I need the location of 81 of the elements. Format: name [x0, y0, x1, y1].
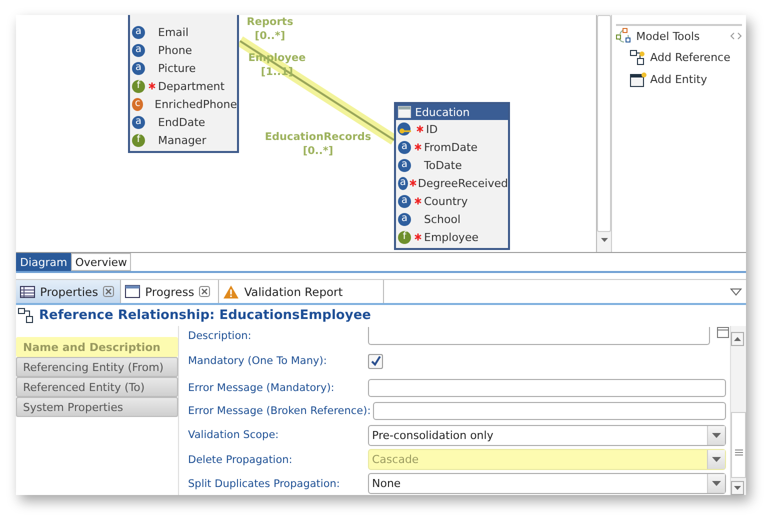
field-type-icon: a — [132, 116, 145, 128]
field-name: Email — [158, 26, 189, 38]
window-icon — [398, 106, 411, 118]
view-menu-icon[interactable] — [730, 288, 742, 296]
dropdown-field[interactable]: None — [368, 473, 726, 494]
palette-item[interactable]: Add Entity — [616, 68, 742, 90]
text-area[interactable] — [368, 327, 710, 346]
section-tab[interactable]: Referenced Entity (To) — [16, 377, 178, 397]
caret-icon — [712, 432, 721, 438]
field-name: ToDate — [424, 158, 462, 172]
table-icon — [20, 286, 35, 298]
close-icon[interactable] — [103, 286, 114, 297]
field-type-icon: a — [398, 140, 411, 154]
dropdown-field[interactable]: Pre-consolidation only — [368, 424, 726, 446]
field-label: Mandatory (One To Many): — [188, 355, 328, 368]
field-type-icon: f — [132, 80, 145, 92]
window-icon[interactable] — [717, 327, 729, 338]
section-tab[interactable]: System Properties — [16, 397, 178, 417]
field-name: DegreeReceived — [418, 176, 508, 190]
entity-title: Education — [415, 106, 470, 118]
cardinality-label: [0..*] — [254, 29, 286, 43]
view-tab[interactable]: Validation Report — [219, 280, 384, 303]
properties-title: Reference Relationship: EducationsEmployee — [39, 308, 371, 323]
field-name: Country — [424, 194, 468, 208]
field-type-icon: f — [398, 230, 411, 244]
relationship-name: EducationRecords — [264, 130, 372, 144]
field-name: EnrichedPhone — [154, 98, 237, 110]
checkbox[interactable] — [368, 354, 383, 369]
section-tab[interactable]: Referencing Entity (From) — [16, 357, 178, 377]
caret-icon — [712, 457, 721, 462]
input-field[interactable] — [368, 378, 726, 397]
field-label: Error Message (Mandatory): — [188, 382, 336, 394]
reference-icon — [630, 50, 648, 64]
scrollbar[interactable] — [730, 326, 746, 495]
scroll-thumb[interactable] — [731, 412, 746, 478]
field-type-icon: f — [132, 134, 145, 146]
palette-item[interactable]: Add Reference — [616, 46, 742, 68]
caret-icon — [712, 481, 721, 486]
field-type-icon: a — [132, 44, 145, 56]
field-type-icon: c — [132, 98, 144, 110]
view-tab[interactable]: Progress — [121, 280, 220, 303]
field-name: Manager — [158, 134, 206, 146]
field-label: Description: — [188, 330, 252, 342]
field-label: Validation Scope: — [188, 429, 280, 442]
field-name: EndDate — [158, 116, 206, 128]
model-tools-icon — [616, 28, 632, 44]
key-icon — [397, 122, 413, 136]
field-name: Department — [158, 80, 225, 92]
field-label: Delete Propagation: — [188, 454, 294, 466]
field-label: Error Message (Broken Reference): — [188, 405, 372, 418]
entity-icon — [630, 72, 648, 86]
grip-icon — [734, 449, 742, 456]
palette-group-title[interactable]: Model Tools — [636, 30, 700, 42]
input-field[interactable] — [372, 402, 726, 420]
scroll-down-icon[interactable] — [731, 481, 744, 495]
field-name: Phone — [158, 44, 192, 56]
cardinality-label: [0..*] — [302, 144, 334, 158]
editor-tab[interactable]: Overview — [71, 253, 132, 271]
collapse-icon[interactable] — [730, 32, 742, 40]
field-type-icon: a — [132, 62, 145, 74]
field-name: FromDate — [424, 140, 478, 154]
field-type-icon: a — [398, 176, 408, 190]
entity-node[interactable]: a Email a Phone a Picture f Department c EnrichedPhone a EndDate f Manager — [128, 15, 239, 153]
relationship-name: Reports — [246, 15, 294, 29]
field-name: ID — [426, 122, 438, 136]
field-name: Picture — [158, 62, 196, 74]
field-type-icon: a — [398, 194, 411, 208]
editor-tab[interactable]: Diagram — [16, 253, 72, 271]
warning-icon — [223, 284, 240, 298]
scrollbar[interactable] — [596, 15, 612, 252]
view-tab[interactable]: Properties — [16, 280, 122, 303]
field-name: Employee — [424, 230, 478, 244]
field-type-icon: a — [398, 212, 411, 226]
close-icon[interactable] — [199, 286, 210, 297]
field-label: Split Duplicates Propagation: — [188, 478, 341, 490]
window-icon — [125, 285, 140, 298]
field-type-icon: a — [132, 26, 145, 38]
scroll-up-icon[interactable] — [731, 332, 744, 346]
field-name: School — [424, 212, 461, 226]
field-type-icon: a — [398, 158, 411, 172]
entity-node[interactable]: Education ID a FromDate a ToDate a DegreeReceived a Country a School f Employee — [394, 102, 510, 250]
